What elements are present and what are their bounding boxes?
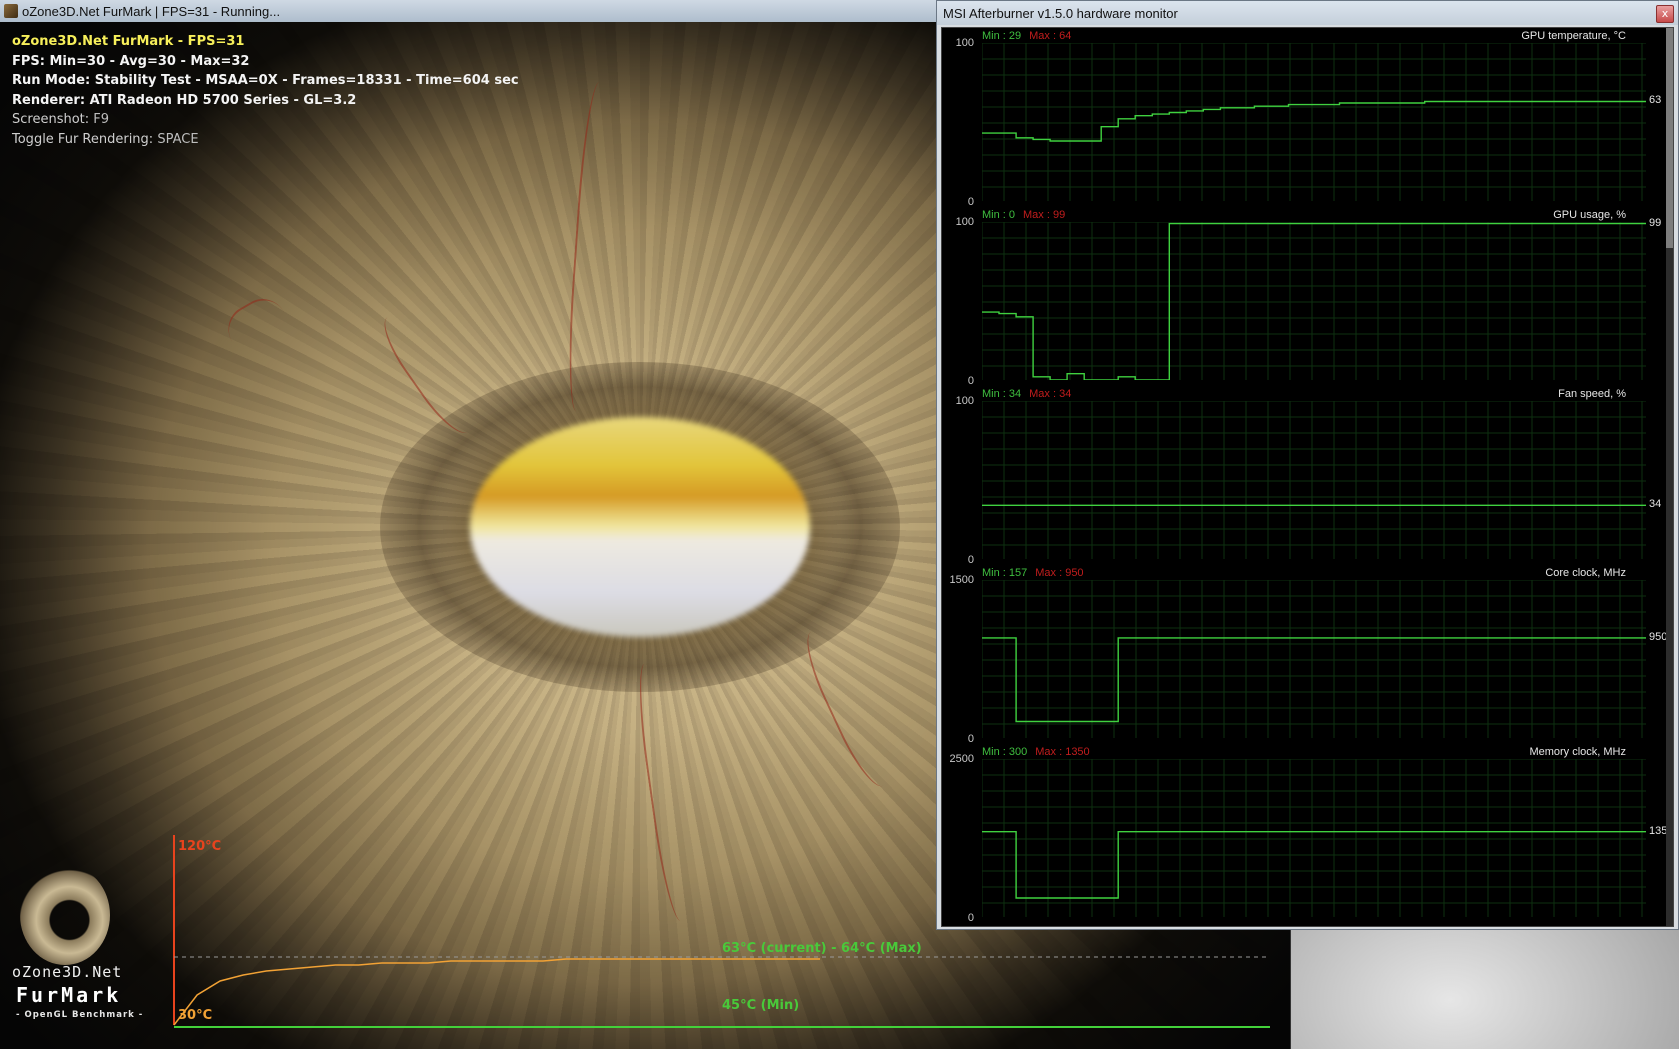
monitor-line	[982, 637, 1646, 723]
max-value: Max : 950	[1035, 567, 1084, 579]
afterburner-window[interactable]: MSI Afterburner v1.5.0 hardware monitor …	[936, 0, 1679, 930]
monitor-graph-svg	[982, 580, 1646, 738]
toggle-fur-hint-label: Toggle Fur Rendering:	[12, 131, 158, 147]
max-value: Max : 1350	[1035, 746, 1090, 758]
min-value: Min : 29	[982, 30, 1022, 42]
max-value: Max : 64	[1029, 30, 1072, 42]
current-value: 950	[1649, 630, 1668, 643]
monitor-title: Memory clock, MHz	[1529, 746, 1626, 758]
monitor-graph-svg	[982, 401, 1646, 559]
fps-title-line: oZone3D.Net FurMark - FPS=31	[12, 34, 245, 49]
min-value: Min : 157	[982, 567, 1028, 579]
logo-tagline: - OpenGL Benchmark -	[16, 1010, 144, 1020]
min-max-stats: Min : 157 Max : 950	[982, 567, 1084, 579]
y-max-label: 100	[955, 395, 974, 407]
logo-furmark-text: FurMark	[16, 983, 122, 1007]
current-value: 63	[1649, 94, 1662, 107]
furry-donut-logo	[20, 865, 110, 965]
furmark-app-icon	[4, 4, 18, 18]
toggle-fur-hint-line: Toggle Fur Rendering: SPACE	[12, 130, 519, 150]
monitor-graph: 1500 0 Min : 157 Max : 950 Core clock, MHz 95…	[942, 565, 1668, 745]
screenshot-hint-label: Screenshot:	[12, 112, 94, 127]
hardware-monitor-panel[interactable]: 100 0 Min : 29 Max : 64 GPU temperature, °C 6…	[941, 27, 1674, 927]
y-max-label: 2500	[949, 753, 974, 765]
furmark-stats-overlay: oZone3D.Net FurMark - FPS=31 FPS: Min=30…	[12, 32, 519, 149]
min-value: Min : 0	[982, 209, 1016, 221]
temperature-curve	[173, 958, 820, 1026]
afterburner-titlebar[interactable]: MSI Afterburner v1.5.0 hardware monitor	[937, 1, 1678, 25]
temp-current-label: 63°C (current) - 64°C (Max)	[722, 941, 922, 956]
monitor-graph: 2500 0 Min : 300 Max : 1350 Memory clock, MH…	[942, 744, 1674, 924]
min-max-stats: Min : 0 Max : 99	[982, 209, 1065, 221]
temp-axis-min-label: 30°C	[178, 1008, 213, 1023]
current-value: 99	[1649, 216, 1662, 229]
scrollbar-thumb[interactable]	[1666, 28, 1673, 248]
monitor-graph: 100 0 Min : 0 Max : 99 GPU usage, % 99	[942, 207, 1666, 387]
screenshot-key: F9	[93, 112, 110, 127]
max-value: Max : 34	[1029, 388, 1072, 400]
current-value: 1350	[1649, 824, 1674, 837]
monitor-graph: 100 0 Min : 29 Max : 64 GPU temperature, °C 6…	[942, 28, 1666, 208]
close-button[interactable]: x	[1656, 5, 1674, 23]
y-max-label: 100	[955, 37, 974, 49]
renderer-line: Renderer: ATI Radeon HD 5700 Series - GL…	[12, 92, 357, 108]
monitor-title: Fan speed, %	[1558, 388, 1626, 400]
pupil	[470, 417, 810, 637]
monitor-line	[982, 831, 1646, 899]
monitor-title: GPU temperature, °C	[1521, 30, 1626, 42]
monitor-title: GPU usage, %	[1553, 209, 1626, 221]
monitor-graph-svg	[982, 222, 1646, 380]
logo-ozone3d-text: oZone3D.Net	[12, 963, 123, 981]
y-max-label: 100	[955, 216, 974, 228]
temp-min-label: 45°C (Min)	[722, 998, 800, 1013]
monitor-graph: 100 0 Min : 34 Max : 34 Fan speed, % 34	[942, 386, 1666, 566]
min-value: Min : 34	[982, 388, 1022, 400]
min-value: Min : 300	[982, 746, 1028, 758]
fps-stats-line: FPS: Min=30 - Avg=30 - Max=32	[12, 53, 250, 69]
temp-max-label: 120°C	[178, 839, 222, 854]
afterburner-window-title: MSI Afterburner v1.5.0 hardware monitor	[943, 5, 1178, 21]
y-min-label: 0	[967, 912, 974, 924]
min-max-stats: Min : 300 Max : 1350	[982, 746, 1090, 758]
max-value: Max : 99	[1023, 209, 1066, 221]
toggle-fur-key: SPACE	[157, 131, 199, 147]
screenshot-hint-line: Screenshot: F9	[12, 110, 519, 130]
min-max-stats: Min : 29 Max : 64	[982, 30, 1071, 42]
monitor-scrollbar[interactable]	[1666, 28, 1673, 926]
y-max-label: 1500	[949, 574, 974, 586]
current-value: 34	[1649, 498, 1662, 511]
monitor-title: Core clock, MHz	[1545, 567, 1626, 579]
run-mode-line: Run Mode: Stability Test - MSAA=0X - Fra…	[12, 73, 519, 88]
monitor-graph-svg	[982, 43, 1646, 201]
furmark-window-title: oZone3D.Net FurMark | FPS=31 - Running..…	[22, 3, 281, 19]
furmark-logo: oZone3D.Net FurMark - OpenGL Benchmark -	[12, 865, 142, 1025]
monitor-graph-svg	[982, 759, 1646, 917]
min-max-stats: Min : 34 Max : 34	[982, 388, 1071, 400]
